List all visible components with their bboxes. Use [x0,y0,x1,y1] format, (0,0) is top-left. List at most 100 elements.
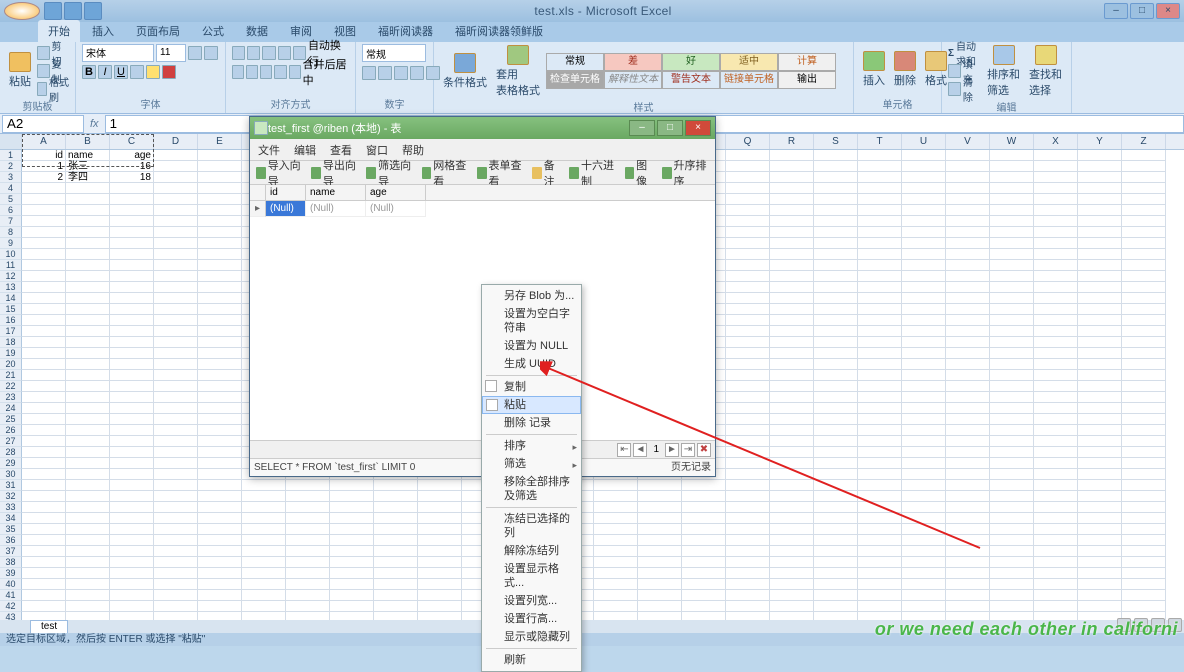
cell[interactable] [110,282,154,293]
style-warn[interactable]: 警告文本 [662,71,720,89]
cell[interactable] [1078,348,1122,359]
cell[interactable] [814,161,858,172]
cell[interactable] [66,447,110,458]
cell[interactable] [1078,337,1122,348]
cell[interactable] [198,568,242,579]
cell[interactable] [814,359,858,370]
cell[interactable] [990,161,1034,172]
tab-foxit1[interactable]: 福昕阅读器 [368,20,443,42]
cell[interactable] [726,557,770,568]
italic-button[interactable]: I [98,65,112,79]
cell[interactable] [814,271,858,282]
cell[interactable] [594,491,638,502]
cell[interactable] [154,392,198,403]
cell[interactable] [286,601,330,612]
cell[interactable] [1122,414,1166,425]
ctx-refresh[interactable]: 刷新 [482,651,581,669]
col-header[interactable]: T [858,134,902,149]
cell[interactable] [242,524,286,535]
cell[interactable] [1034,315,1078,326]
cell[interactable] [66,381,110,392]
cell[interactable] [110,502,154,513]
cell[interactable] [1034,568,1078,579]
ctx-save-blob[interactable]: 另存 Blob 为... [482,287,581,305]
cell[interactable] [286,502,330,513]
row-header[interactable]: 4 [0,183,22,194]
cell[interactable] [858,491,902,502]
cell[interactable] [66,282,110,293]
cell[interactable] [814,370,858,381]
cell[interactable] [638,502,682,513]
db-nav-prev[interactable]: ◄ [633,443,647,457]
cell[interactable] [1122,216,1166,227]
cell[interactable] [726,469,770,480]
cell[interactable] [990,315,1034,326]
cell[interactable] [66,183,110,194]
cell[interactable] [990,425,1034,436]
cell[interactable] [154,381,198,392]
cell[interactable] [594,524,638,535]
cell[interactable] [22,601,66,612]
cell[interactable] [814,590,858,601]
cell[interactable] [946,425,990,436]
cell[interactable] [66,326,110,337]
cell[interactable] [1122,524,1166,535]
cell[interactable] [110,568,154,579]
cell[interactable] [110,590,154,601]
comma-button[interactable] [394,66,408,80]
cell[interactable] [682,590,726,601]
cell[interactable] [858,447,902,458]
row-header[interactable]: 34 [0,513,22,524]
cell[interactable] [726,249,770,260]
row-header[interactable]: 12 [0,271,22,282]
cell[interactable] [946,205,990,216]
cell[interactable] [638,546,682,557]
cell[interactable] [154,315,198,326]
cell[interactable] [726,513,770,524]
cell[interactable] [858,601,902,612]
cell[interactable] [198,293,242,304]
cell[interactable] [946,271,990,282]
db-cell-id[interactable]: (Null) [266,201,306,217]
db-menu-window[interactable]: 窗口 [366,142,388,158]
cell[interactable] [66,370,110,381]
cell[interactable] [110,359,154,370]
cell[interactable] [770,205,814,216]
cell[interactable] [66,348,110,359]
cell[interactable] [66,436,110,447]
cell[interactable] [22,579,66,590]
style-link[interactable]: 链接单元格 [720,71,778,89]
cell[interactable] [1034,183,1078,194]
cell[interactable] [1078,381,1122,392]
cell[interactable] [1078,293,1122,304]
cell[interactable] [594,513,638,524]
cell[interactable] [110,370,154,381]
cell[interactable] [198,183,242,194]
cell[interactable] [242,579,286,590]
cell[interactable] [66,414,110,425]
cell[interactable] [110,513,154,524]
cell[interactable] [330,601,374,612]
cell[interactable] [990,326,1034,337]
cell[interactable] [418,491,462,502]
cell[interactable] [1122,282,1166,293]
cell[interactable] [990,579,1034,590]
row-header[interactable]: 11 [0,260,22,271]
cell[interactable] [110,469,154,480]
row-header[interactable]: 13 [0,282,22,293]
cell[interactable] [858,150,902,161]
cell[interactable] [110,337,154,348]
cell[interactable] [110,348,154,359]
row-header[interactable]: 14 [0,293,22,304]
col-header[interactable]: R [770,134,814,149]
cell[interactable] [770,216,814,227]
cell[interactable] [1122,425,1166,436]
cell[interactable] [198,579,242,590]
row-header[interactable]: 23 [0,392,22,403]
cell[interactable] [1122,513,1166,524]
cell[interactable] [638,601,682,612]
cell[interactable] [902,546,946,557]
cell[interactable] [946,414,990,425]
cell[interactable] [154,403,198,414]
cell[interactable] [154,535,198,546]
